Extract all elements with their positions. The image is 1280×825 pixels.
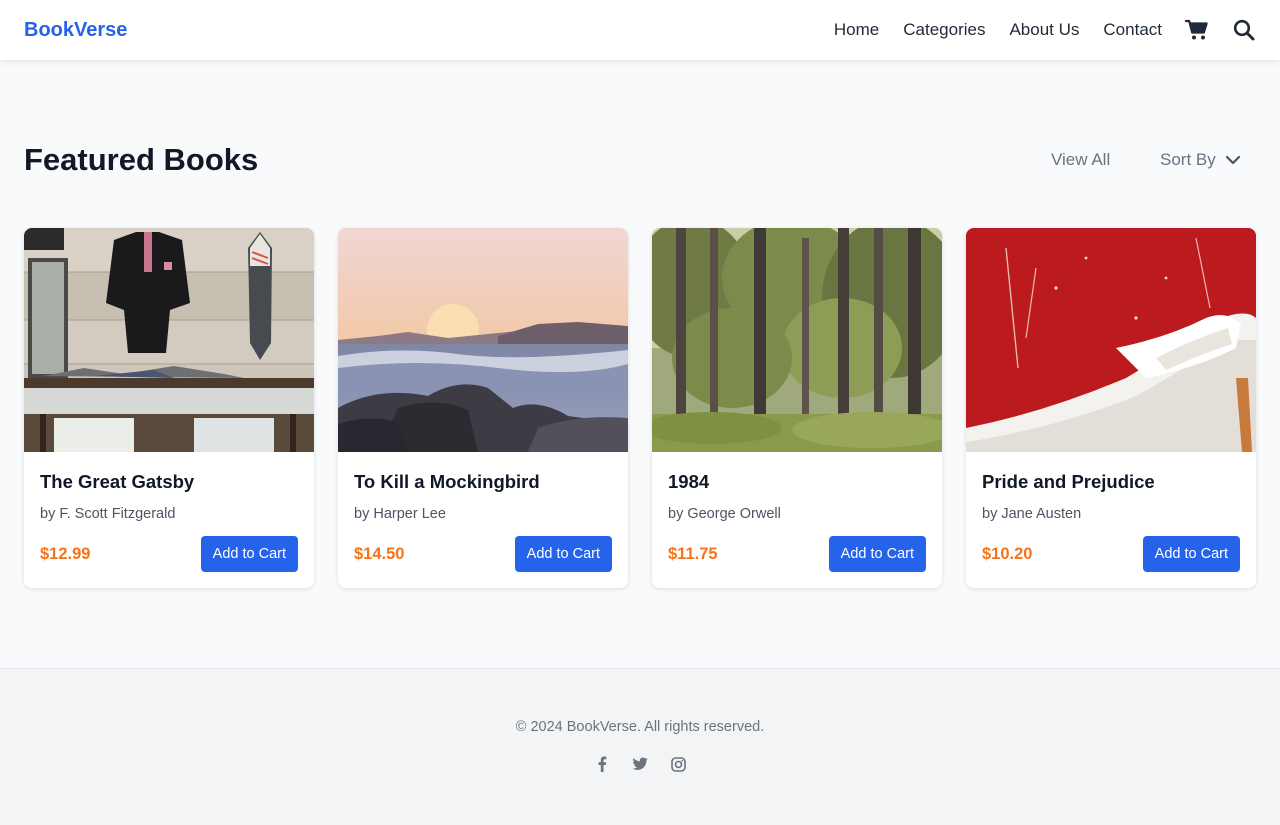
book-card-body: To Kill a Mockingbird by Harper Lee $14.… bbox=[338, 452, 628, 588]
forest-photo[interactable] bbox=[652, 228, 942, 452]
section-title: Featured Books bbox=[24, 142, 259, 177]
social-links bbox=[0, 756, 1280, 772]
book-card: Pride and Prejudice by Jane Austen $10.2… bbox=[966, 228, 1256, 588]
book-author: by Harper Lee bbox=[354, 506, 446, 522]
main-nav: Home Categories About Us Contact bbox=[834, 18, 1256, 42]
search-icon[interactable] bbox=[1232, 18, 1256, 42]
nav-home[interactable]: Home bbox=[834, 20, 879, 40]
cart-icon[interactable] bbox=[1185, 18, 1209, 42]
chevron-down-icon bbox=[1225, 155, 1241, 165]
nav-categories[interactable]: Categories bbox=[903, 20, 985, 40]
book-card: 1984 by George Orwell $11.75 Add to Cart bbox=[652, 228, 942, 588]
view-all-link[interactable]: View All bbox=[1051, 150, 1110, 170]
book-card-body: 1984 by George Orwell $11.75 Add to Cart bbox=[652, 452, 942, 588]
book-price: $14.50 bbox=[354, 545, 405, 563]
clothing-rack-photo[interactable] bbox=[24, 228, 314, 452]
book-title[interactable]: 1984 bbox=[668, 471, 709, 493]
facebook-icon[interactable] bbox=[594, 756, 610, 772]
twitter-icon[interactable] bbox=[632, 756, 648, 772]
book-author: by George Orwell bbox=[668, 506, 781, 522]
nav-contact[interactable]: Contact bbox=[1103, 20, 1162, 40]
add-to-cart-button[interactable]: Add to Cart bbox=[1142, 536, 1240, 572]
add-to-cart-button[interactable]: Add to Cart bbox=[200, 536, 298, 572]
copyright-text: © 2024 BookVerse. All rights reserved. bbox=[515, 719, 765, 735]
book-card-body: The Great Gatsby by F. Scott Fitzgerald … bbox=[24, 452, 314, 588]
add-to-cart-button[interactable]: Add to Cart bbox=[828, 536, 926, 572]
book-title[interactable]: Pride and Prejudice bbox=[982, 471, 1155, 493]
brand-logo[interactable]: BookVerse bbox=[24, 19, 127, 42]
book-price: $10.20 bbox=[982, 545, 1033, 563]
nav-about-us[interactable]: About Us bbox=[1009, 20, 1079, 40]
page-footer: © 2024 BookVerse. All rights reserved. bbox=[0, 668, 1280, 825]
book-card: To Kill a Mockingbird by Harper Lee $14.… bbox=[338, 228, 628, 588]
add-to-cart-button[interactable]: Add to Cart bbox=[514, 536, 612, 572]
book-author: by Jane Austen bbox=[982, 506, 1082, 522]
book-price: $11.75 bbox=[668, 545, 718, 563]
book-title[interactable]: The Great Gatsby bbox=[40, 471, 194, 493]
book-author: by F. Scott Fitzgerald bbox=[40, 506, 176, 522]
sort-by-dropdown[interactable]: Sort By bbox=[1160, 150, 1241, 170]
sort-by-label: Sort By bbox=[1160, 150, 1216, 169]
top-header: BookVerse Home Categories About Us Conta… bbox=[0, 0, 1280, 60]
book-price: $12.99 bbox=[40, 545, 91, 563]
instagram-icon[interactable] bbox=[670, 756, 686, 772]
book-grid: The Great Gatsby by F. Scott Fitzgerald … bbox=[24, 228, 1256, 588]
white-heels-photo[interactable] bbox=[966, 228, 1256, 452]
ocean-sunset-photo[interactable] bbox=[338, 228, 628, 452]
book-card: The Great Gatsby by F. Scott Fitzgerald … bbox=[24, 228, 314, 588]
book-title[interactable]: To Kill a Mockingbird bbox=[354, 471, 540, 493]
book-card-body: Pride and Prejudice by Jane Austen $10.2… bbox=[966, 452, 1256, 588]
